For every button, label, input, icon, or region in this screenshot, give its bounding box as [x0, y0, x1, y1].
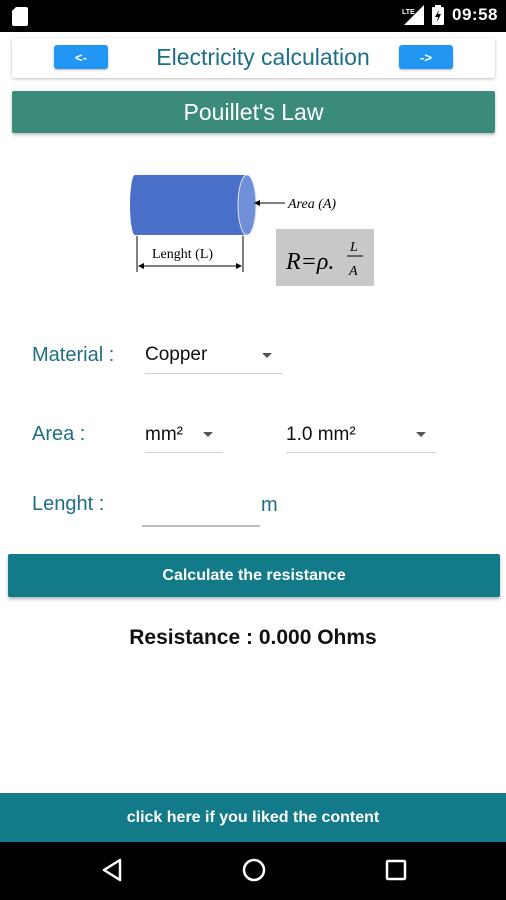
previous-button[interactable]: <-: [54, 45, 108, 69]
area-size-value: 1.0 mm²: [286, 424, 356, 445]
home-icon[interactable]: [242, 858, 266, 882]
status-bar: LTE 09:58: [0, 0, 506, 32]
svg-text:LTE: LTE: [402, 9, 415, 16]
sd-card-icon: [12, 7, 28, 26]
formula-numerator: L: [349, 240, 358, 255]
navigation-bar: [0, 842, 506, 900]
back-icon[interactable]: [101, 858, 123, 882]
length-label-field: Lenght :: [32, 493, 105, 515]
battery-icon: [432, 5, 445, 25]
material-value: Copper: [145, 344, 208, 365]
header-card: <- Electricity calculation ->: [12, 38, 495, 78]
recents-icon[interactable]: [385, 858, 407, 882]
next-button[interactable]: ->: [399, 45, 453, 69]
cylinder-shape: [130, 174, 257, 236]
area-unit-value: mm²: [145, 424, 183, 445]
lte-signal-icon: LTE: [402, 5, 425, 25]
like-content-button[interactable]: click here if you liked the content: [0, 793, 506, 842]
area-label-field: Area :: [32, 423, 86, 445]
material-label: Material :: [32, 344, 115, 366]
length-unit: m: [261, 494, 278, 516]
status-time: 09:58: [452, 5, 498, 24]
chevron-down-icon: [416, 432, 426, 437]
area-label: Area (A): [287, 197, 336, 212]
length-input[interactable]: [146, 494, 258, 520]
law-title-bar: Pouillet's Law: [12, 91, 495, 133]
page-title: Electricity calculation: [156, 44, 370, 70]
formula-denominator: A: [348, 264, 358, 279]
formula-text: R=ρ.: [285, 249, 334, 275]
conductor-diagram: Area (A) Lenght (L) R=ρ. L A: [130, 174, 374, 286]
chevron-down-icon: [262, 353, 272, 358]
formula-box: R=ρ. L A: [276, 229, 374, 286]
result-text: Resistance : 0.000 Ohms: [129, 626, 377, 649]
chevron-down-icon: [203, 432, 213, 437]
length-label: Lenght (L): [152, 247, 213, 262]
calculate-button[interactable]: Calculate the resistance: [8, 554, 500, 597]
